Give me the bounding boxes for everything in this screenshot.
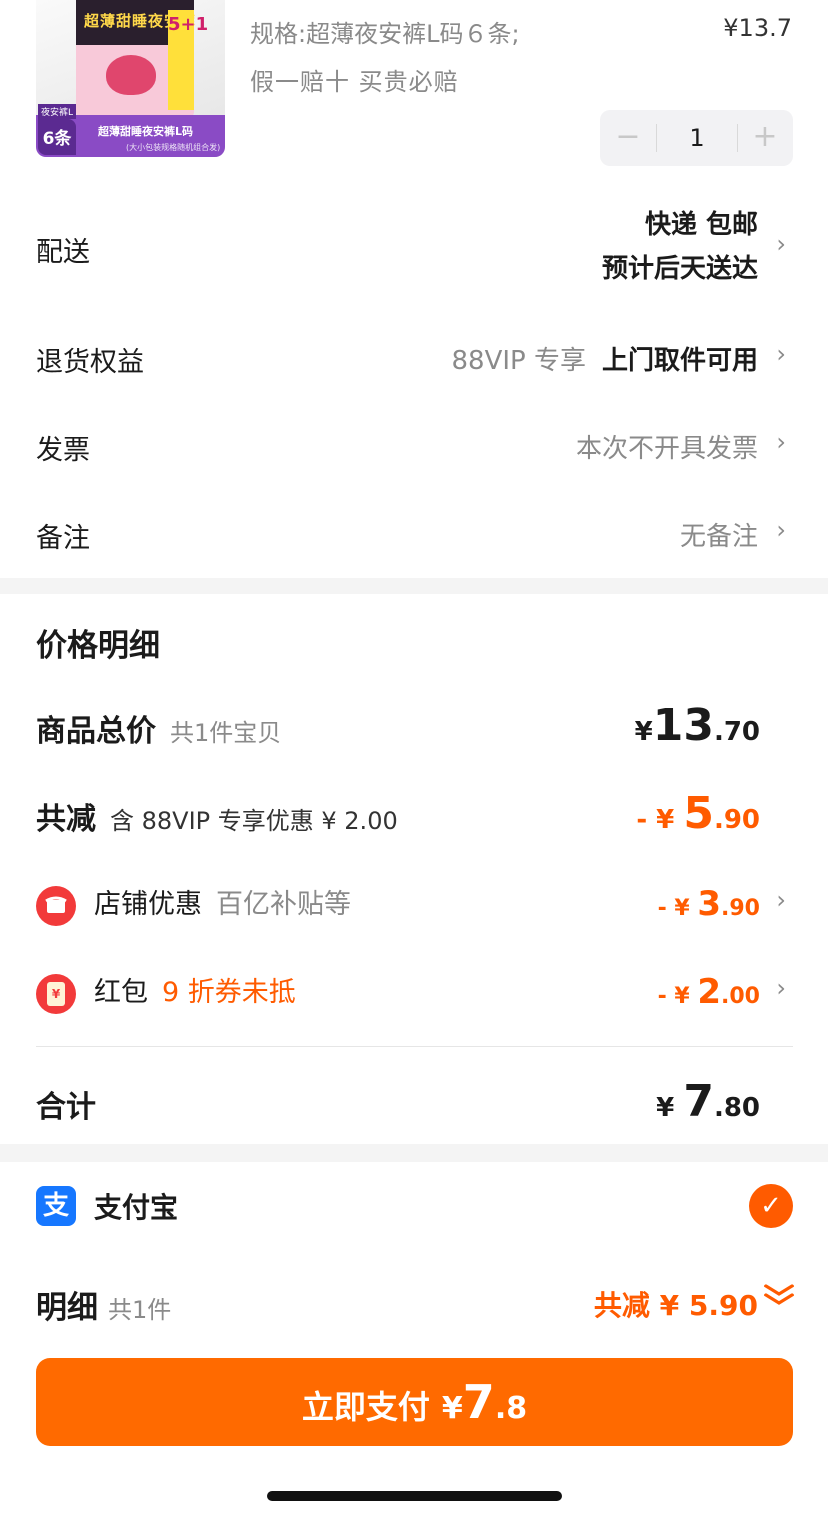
- quantity-value[interactable]: 1: [657, 110, 737, 166]
- red-packet-glyph: ¥: [47, 982, 65, 1006]
- total-price-dec: .70: [713, 717, 760, 747]
- note-value: 无备注: [679, 522, 758, 552]
- pay-now-int: 7: [462, 1375, 495, 1429]
- detail-reduction: 共减 ¥ 5.90: [593, 1289, 758, 1322]
- reduction-dec: .90: [713, 805, 760, 835]
- chevron-right-icon: ›: [776, 428, 786, 456]
- store-icon: [36, 886, 76, 926]
- delivery-eta: 预计后天送达: [601, 254, 758, 284]
- quantity-stepper: − 1 +: [600, 110, 793, 166]
- returns-value: 上门取件可用: [601, 346, 758, 376]
- currency-symbol: - ¥: [636, 805, 684, 835]
- total-price-int: 13: [652, 700, 714, 751]
- sum-label: 合计: [36, 1090, 96, 1125]
- heart-graphic: [106, 55, 156, 95]
- home-indicator[interactable]: [267, 1491, 562, 1501]
- red-packet-label-group: 红包 9 折券未抵: [94, 970, 296, 1009]
- red-packet-icon: ¥: [36, 974, 76, 1014]
- red-packet-label: 红包: [94, 977, 148, 1008]
- payment-method-label: 支付宝: [94, 1191, 179, 1224]
- detail-label: 明细: [36, 1290, 98, 1326]
- reduction-label: 共减: [36, 802, 96, 837]
- total-price-amount: ¥13.70: [635, 700, 760, 751]
- check-icon[interactable]: ✓: [749, 1184, 793, 1228]
- shop-discount-dec: .90: [721, 896, 760, 921]
- shop-discount-sub: 百亿补贴等: [216, 889, 351, 920]
- currency-symbol: - ¥: [657, 896, 698, 921]
- product-band-text: 超薄甜睡夜安裤L码: [98, 125, 194, 138]
- reduction-int: 5: [683, 788, 714, 839]
- delivery-label: 配送: [36, 237, 90, 268]
- currency-symbol: ¥: [634, 717, 653, 747]
- delivery-method: 快递 包邮: [644, 210, 758, 240]
- total-price-label-group: 商品总价 共1件宝贝: [36, 706, 281, 750]
- product-size-label: 夜安裤L: [38, 104, 77, 119]
- product-count-badge: 6条: [38, 119, 76, 155]
- invoice-label: 发票: [36, 435, 90, 466]
- shop-discount-label: 店铺优惠: [94, 889, 202, 920]
- reduction-note: 含 88VIP 专享优惠 ¥ 2.00: [110, 807, 398, 835]
- pay-now-label: 立即支付: [301, 1388, 430, 1426]
- alipay-icon: 支: [36, 1186, 76, 1226]
- shop-discount-int: 3: [697, 884, 722, 924]
- double-chevron-down-icon: [762, 1280, 796, 1317]
- reduction-amount: - ¥ 5.90: [636, 788, 760, 839]
- sum-amount: ¥ 7.80: [656, 1076, 760, 1127]
- chevron-right-icon: ›: [776, 886, 786, 914]
- price-detail-card: 价格明细 商品总价 共1件宝贝 ¥13.70 共减含 88VIP 专享优惠 ¥ 2…: [0, 594, 828, 1144]
- currency-symbol: ¥: [656, 1093, 684, 1123]
- product-guarantee: 假一赔十 买贵必赔: [250, 68, 459, 96]
- detail-label-group: 明细 共1件: [36, 1282, 171, 1327]
- currency-symbol: - ¥: [657, 984, 698, 1009]
- shop-discount-label-group: 店铺优惠 百亿补贴等: [94, 882, 351, 921]
- product-unit-price: ¥13.7: [723, 14, 792, 42]
- product-image[interactable]: 超薄甜睡夜安裤 5+1 超薄甜睡夜安裤L码 (大小包装规格随机组合发) 夜安裤L…: [36, 0, 225, 157]
- returns-label: 退货权益: [36, 347, 144, 378]
- divider: [36, 1046, 793, 1047]
- invoice-value: 本次不开具发票: [575, 434, 758, 464]
- price-detail-title: 价格明细: [36, 628, 160, 664]
- shop-discount-amount: - ¥ 3.90: [658, 884, 760, 924]
- red-packet-int: 2: [697, 972, 722, 1012]
- vip-tag: 88VIP 专享: [451, 346, 586, 376]
- red-packet-dec: .00: [721, 984, 760, 1009]
- payment-card: 支 支付宝 ✓ 明细 共1件 共减 ¥ 5.90 立即支付 ¥7.8: [0, 1162, 828, 1518]
- returns-value-group: 88VIP 专享 上门取件可用: [452, 340, 759, 377]
- product-band-subtext: (大小包装规格随机组合发): [126, 143, 221, 152]
- currency-symbol: ¥: [441, 1391, 463, 1426]
- quantity-increase-button[interactable]: +: [737, 110, 793, 166]
- detail-item-count: 共1件: [108, 1296, 172, 1324]
- red-packet-amount: - ¥ 2.00: [658, 972, 760, 1012]
- chevron-right-icon: ›: [776, 230, 786, 258]
- note-label: 备注: [36, 523, 90, 554]
- reduction-label-group: 共减含 88VIP 专享优惠 ¥ 2.00: [36, 794, 398, 838]
- order-item-card: 超薄甜睡夜安裤 5+1 超薄甜睡夜安裤L码 (大小包装规格随机组合发) 夜安裤L…: [0, 0, 828, 578]
- pay-now-dec: .8: [494, 1391, 528, 1426]
- product-spec: 规格:超薄夜安裤L码６条;: [250, 20, 520, 48]
- total-price-label: 商品总价: [36, 714, 156, 749]
- sum-dec: .80: [713, 1093, 760, 1123]
- chevron-right-icon: ›: [776, 340, 786, 368]
- pay-now-button[interactable]: 立即支付 ¥7.8: [36, 1358, 793, 1446]
- chevron-right-icon: ›: [776, 516, 786, 544]
- promo-badge: 5+1: [168, 10, 208, 110]
- total-item-count: 共1件宝贝: [170, 719, 282, 747]
- sum-int: 7: [683, 1076, 714, 1127]
- red-packet-sub: 9 折券未抵: [162, 977, 296, 1008]
- quantity-decrease-button[interactable]: −: [600, 110, 656, 166]
- chevron-right-icon: ›: [776, 974, 786, 1002]
